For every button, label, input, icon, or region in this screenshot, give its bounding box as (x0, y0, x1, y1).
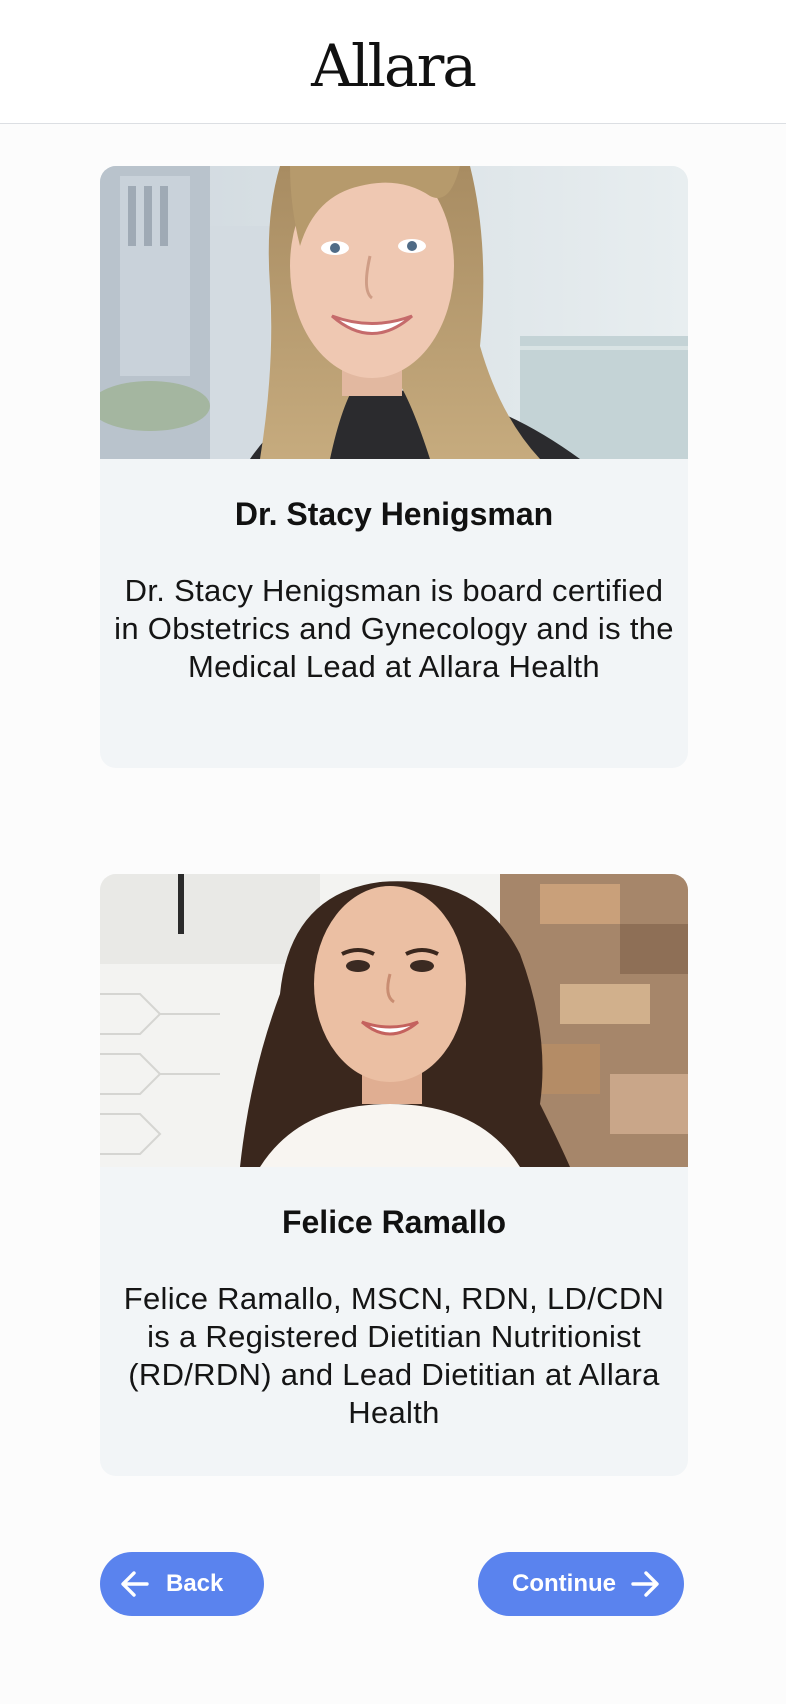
continue-button[interactable]: Continue (478, 1552, 684, 1616)
team-card-stacy-henigsman: Dr. Stacy Henigsman Dr. Stacy Henigsman … (100, 166, 688, 768)
back-button-label: Back (166, 1570, 224, 1597)
team-member-description: Dr. Stacy Henigsman is board certified i… (114, 573, 674, 684)
stacy-henigsman-photo (100, 166, 688, 459)
app-header: Allara (0, 0, 786, 124)
team-member-name: Felice Ramallo (281, 1204, 507, 1240)
arrow-right-icon (631, 1571, 659, 1597)
allara-logo[interactable]: Allara (0, 28, 786, 104)
team-member-description: Felice Ramallo, MSCN, RDN, LD/CDN is a R… (123, 1281, 665, 1430)
back-button[interactable]: Back (100, 1552, 264, 1616)
continue-button-label: Continue (512, 1570, 616, 1597)
arrow-left-icon (121, 1571, 149, 1597)
felice-ramallo-photo (100, 874, 688, 1167)
team-card-felice-ramallo: Felice Ramallo Felice Ramallo, MSCN, RDN… (100, 874, 688, 1476)
team-member-name: Dr. Stacy Henigsman (234, 496, 554, 532)
